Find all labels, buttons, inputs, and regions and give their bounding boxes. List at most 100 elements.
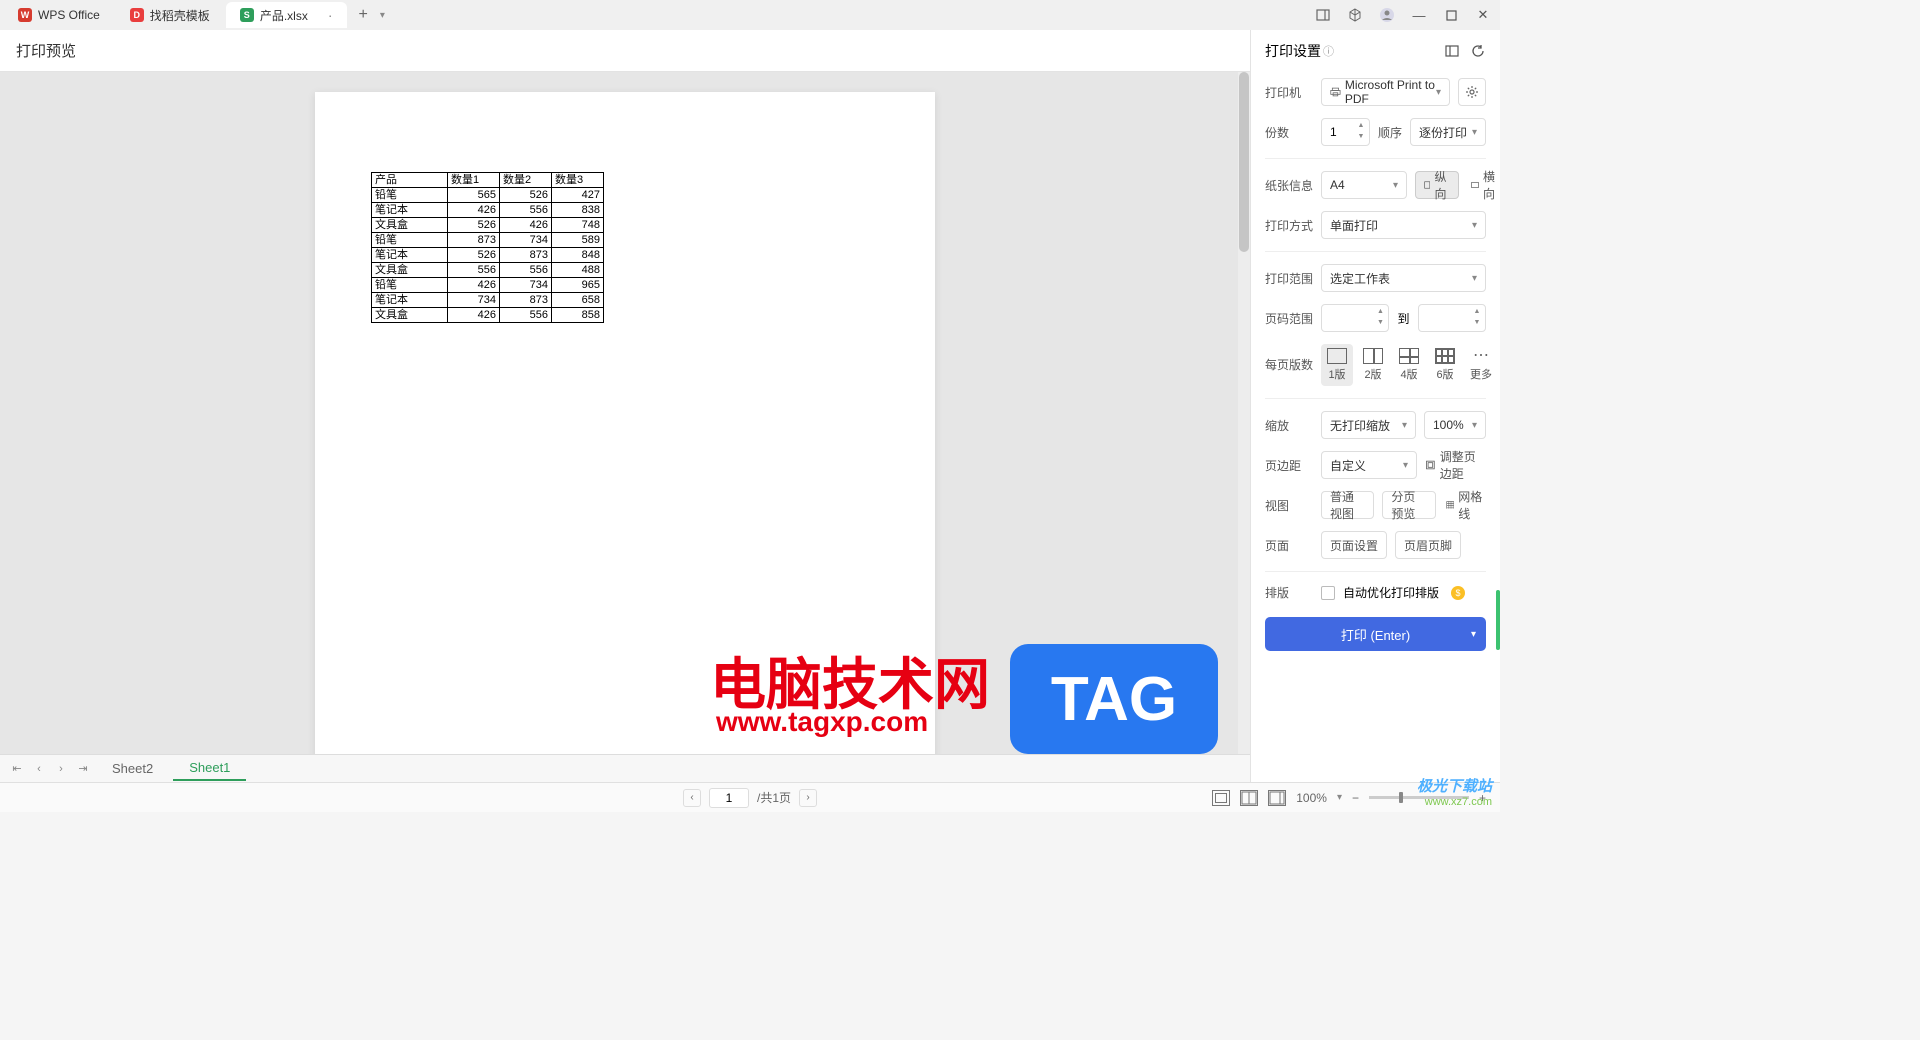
page-number-input[interactable] (709, 788, 749, 808)
window-controls: — ✕ (1312, 4, 1494, 26)
new-tab-button[interactable]: + (349, 6, 378, 24)
pps-2-button[interactable]: 2版 (1357, 344, 1389, 386)
view-mode-1-button[interactable] (1212, 790, 1230, 806)
view-grid-button[interactable]: 网格线 (1444, 491, 1486, 519)
panel-layout-icon[interactable] (1444, 43, 1460, 59)
page-setup-button[interactable]: 页面设置 (1321, 531, 1387, 559)
page-next-button[interactable]: › (799, 789, 817, 807)
page-range-label: 页码范围 (1265, 310, 1313, 327)
sheet-next-button[interactable]: › (52, 760, 70, 778)
zoom-in-button[interactable]: + (1479, 791, 1486, 805)
sheet-prev-button[interactable]: ‹ (30, 760, 48, 778)
table-cell: 笔记本 (372, 293, 448, 308)
auto-layout-checkbox[interactable] (1321, 586, 1335, 600)
chevron-down-icon[interactable]: ▾ (1471, 629, 1476, 640)
margin-select[interactable]: 自定义 ▾ (1321, 451, 1417, 479)
cube-icon[interactable] (1344, 4, 1366, 26)
sheet-first-button[interactable]: ⇤ (8, 760, 26, 778)
page-range-to-label: 到 (1397, 310, 1409, 327)
zoom-chevron-icon[interactable]: ▾ (1337, 792, 1342, 803)
order-select[interactable]: 逐份打印 ▾ (1410, 118, 1486, 146)
pps-1-button[interactable]: 1版 (1321, 344, 1353, 386)
printer-value: Microsoft Print to PDF (1345, 78, 1436, 106)
settings-header: 打印设置 ⓘ (1251, 30, 1500, 72)
spin-up-icon[interactable]: ▲ (1374, 307, 1386, 318)
table-cell: 873 (500, 248, 552, 263)
sheet-last-button[interactable]: ⇥ (74, 760, 92, 778)
zoom-slider-thumb[interactable] (1399, 792, 1403, 803)
view-normal-button[interactable]: 普通视图 (1321, 491, 1374, 519)
mode-label: 打印方式 (1265, 217, 1313, 234)
table-cell: 426 (448, 203, 500, 218)
margin-adjust-icon (1425, 458, 1436, 472)
view-mode-2-button[interactable] (1240, 790, 1258, 806)
minimize-button[interactable]: — (1408, 4, 1430, 26)
zoom-label[interactable]: 100% (1296, 791, 1327, 805)
zoom-slider[interactable] (1369, 796, 1469, 799)
tab-wps-office[interactable]: W WPS Office (4, 2, 114, 28)
portrait-button[interactable]: 纵向 (1415, 171, 1459, 199)
pps-6-button[interactable]: 6版 (1429, 344, 1461, 386)
avatar-icon[interactable] (1376, 4, 1398, 26)
mode-select[interactable]: 单面打印 ▾ (1321, 211, 1486, 239)
sheet-tab-sheet2[interactable]: Sheet2 (96, 757, 169, 780)
scale-select[interactable]: 无打印缩放 ▾ (1321, 411, 1416, 439)
pps-1-icon (1327, 348, 1347, 364)
page-prev-button[interactable]: ‹ (683, 789, 701, 807)
table-cell: 556 (500, 203, 552, 218)
page-from-input[interactable]: ▲▼ (1321, 304, 1389, 332)
range-value: 选定工作表 (1330, 270, 1390, 287)
table-cell: 426 (448, 308, 500, 323)
printer-settings-button[interactable] (1458, 78, 1486, 106)
adjust-margin-button[interactable]: 调整页边距 (1425, 451, 1486, 479)
spin-up-icon[interactable]: ▲ (1471, 307, 1483, 318)
scale-pct-select[interactable]: 100% ▾ (1424, 411, 1486, 439)
table-header: 数量1 (448, 173, 500, 188)
table-cell: 笔记本 (372, 248, 448, 263)
table-row: 文具盒556556488 (372, 263, 604, 278)
spin-down-icon[interactable]: ▼ (1471, 318, 1483, 329)
pps-4-icon (1399, 348, 1419, 364)
refresh-icon[interactable] (1470, 43, 1486, 59)
copies-input[interactable]: 1 ▲▼ (1321, 118, 1370, 146)
layout-label: 排版 (1265, 584, 1313, 601)
header-footer-button[interactable]: 页眉页脚 (1395, 531, 1461, 559)
view-paged-button[interactable]: 分页预览 (1382, 491, 1435, 519)
table-cell: 526 (500, 188, 552, 203)
print-button[interactable]: 打印 (Enter) ▾ (1265, 617, 1486, 651)
spin-up-icon[interactable]: ▲ (1355, 121, 1367, 132)
spin-down-icon[interactable]: ▼ (1355, 132, 1367, 143)
tab-current-file[interactable]: S 产品.xlsx · (226, 2, 347, 28)
order-label: 顺序 (1378, 124, 1402, 141)
table-cell: 734 (448, 293, 500, 308)
table-cell: 734 (500, 278, 552, 293)
view-mode-3-button[interactable] (1268, 790, 1286, 806)
page-to-input[interactable]: ▲▼ (1418, 304, 1486, 332)
table-cell: 文具盒 (372, 263, 448, 278)
margin-value: 自定义 (1330, 457, 1366, 474)
landscape-button[interactable]: 横向 (1467, 171, 1500, 199)
tab-templates[interactable]: D 找稻壳模板 (116, 2, 224, 28)
pps-more-button[interactable]: ⋯更多 (1465, 344, 1497, 386)
printer-select[interactable]: Microsoft Print to PDF ▾ (1321, 78, 1450, 106)
sidebar-toggle-icon[interactable] (1312, 4, 1334, 26)
close-button[interactable]: ✕ (1472, 4, 1494, 26)
zoom-out-button[interactable]: − (1352, 791, 1359, 805)
maximize-button[interactable] (1440, 4, 1462, 26)
paper-select[interactable]: A4 ▾ (1321, 171, 1407, 199)
order-value: 逐份打印 (1419, 124, 1467, 141)
range-select[interactable]: 选定工作表 ▾ (1321, 264, 1486, 292)
table-cell: 556 (448, 263, 500, 278)
table-cell: 589 (552, 233, 604, 248)
tab-dropdown-button[interactable]: ▾ (380, 10, 385, 21)
table-row: 文具盒426556858 (372, 308, 604, 323)
chevron-down-icon: ▾ (1436, 87, 1441, 98)
wps-logo-icon: W (18, 8, 32, 22)
scrollbar-thumb[interactable] (1239, 72, 1249, 252)
table-cell: 838 (552, 203, 604, 218)
spin-down-icon[interactable]: ▼ (1374, 318, 1386, 329)
pps-4-button[interactable]: 4版 (1393, 344, 1425, 386)
vertical-scrollbar[interactable] (1238, 72, 1250, 782)
help-icon[interactable]: ⓘ (1323, 43, 1334, 59)
sheet-tab-sheet1[interactable]: Sheet1 (173, 756, 246, 781)
